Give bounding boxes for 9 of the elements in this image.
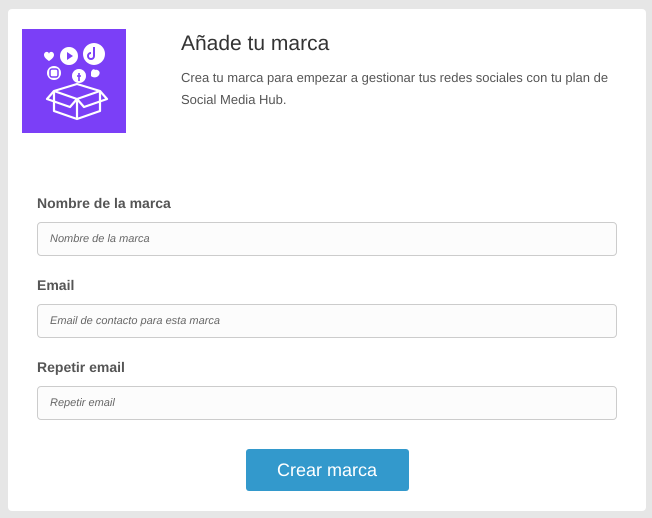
input-field[interactable]: Nombre de la marca xyxy=(37,222,617,256)
field-label: Nombre de la marca xyxy=(37,195,171,212)
field-label: Email xyxy=(37,277,74,294)
field-label: Repetir email xyxy=(37,359,125,376)
create-button[interactable]: Crear marca xyxy=(246,449,408,491)
input-field[interactable]: Repetir email xyxy=(37,386,617,420)
input-field[interactable]: Email de contacto para esta marca xyxy=(37,304,617,338)
description-text: Crea tu marca para empezar a gestionar tus redes sociales con tu plan de Social Media Hub. xyxy=(181,69,610,109)
page-title: Añade tu marca xyxy=(181,31,330,57)
